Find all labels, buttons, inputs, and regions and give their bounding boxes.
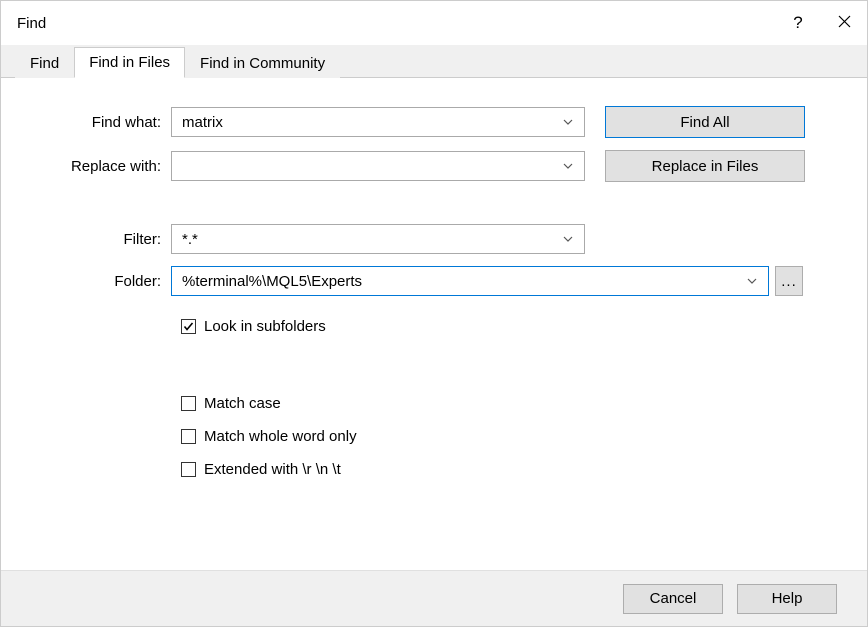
close-icon [838, 15, 851, 32]
titlebar-close-button[interactable] [821, 1, 867, 45]
folder-input[interactable] [182, 273, 738, 290]
match-case-checkbox[interactable] [181, 396, 196, 411]
extended-checkbox[interactable] [181, 462, 196, 477]
tab-label: Find in Files [89, 54, 170, 71]
tab-label: Find in Community [200, 55, 325, 72]
find-what-combo[interactable] [171, 107, 585, 137]
filter-combo[interactable] [171, 224, 585, 254]
replace-with-combo[interactable] [171, 151, 585, 181]
tab-find[interactable]: Find [15, 48, 74, 78]
find-all-button[interactable]: Find All [605, 106, 805, 138]
button-label: Find All [680, 114, 729, 131]
button-label: Replace in Files [652, 158, 759, 175]
chevron-down-icon[interactable] [744, 278, 760, 284]
ellipsis-icon: ... [781, 273, 797, 290]
extended-label: Extended with \r \n \t [204, 461, 341, 478]
look-subfolders-label: Look in subfolders [204, 318, 326, 335]
tabstrip: Find Find in Files Find in Community [1, 45, 867, 78]
help-icon: ? [793, 13, 802, 33]
replace-in-files-button[interactable]: Replace in Files [605, 150, 805, 182]
titlebar-help-button[interactable]: ? [775, 1, 821, 45]
button-label: Help [772, 590, 803, 607]
tab-find-in-community[interactable]: Find in Community [185, 48, 340, 78]
tab-label: Find [30, 55, 59, 72]
find-dialog: Find ? Find Find in Files Find in Commun… [0, 0, 868, 627]
extended-row: Extended with \r \n \t [181, 461, 827, 478]
find-what-input[interactable] [182, 114, 554, 131]
cancel-button[interactable]: Cancel [623, 584, 723, 614]
folder-label: Folder: [41, 273, 171, 290]
filter-label: Filter: [41, 231, 171, 248]
window-title: Find [17, 15, 775, 32]
find-what-label: Find what: [41, 114, 171, 131]
look-subfolders-checkbox[interactable] [181, 319, 196, 334]
folder-combo[interactable] [171, 266, 769, 296]
dialog-footer: Cancel Help [1, 570, 867, 626]
chevron-down-icon[interactable] [560, 119, 576, 125]
titlebar: Find ? [1, 1, 867, 45]
look-subfolders-row: Look in subfolders [181, 318, 827, 335]
match-case-row: Match case [181, 395, 827, 412]
browse-folder-button[interactable]: ... [775, 266, 803, 296]
match-whole-word-checkbox[interactable] [181, 429, 196, 444]
match-whole-word-label: Match whole word only [204, 428, 357, 445]
chevron-down-icon[interactable] [560, 236, 576, 242]
dialog-content: Find what: Find All Replace with: [1, 78, 867, 570]
match-whole-word-row: Match whole word only [181, 428, 827, 445]
match-case-label: Match case [204, 395, 281, 412]
tab-find-in-files[interactable]: Find in Files [74, 47, 185, 78]
filter-input[interactable] [182, 231, 554, 248]
replace-with-input[interactable] [182, 158, 554, 175]
chevron-down-icon[interactable] [560, 163, 576, 169]
help-button[interactable]: Help [737, 584, 837, 614]
button-label: Cancel [650, 590, 697, 607]
replace-with-label: Replace with: [41, 158, 171, 175]
